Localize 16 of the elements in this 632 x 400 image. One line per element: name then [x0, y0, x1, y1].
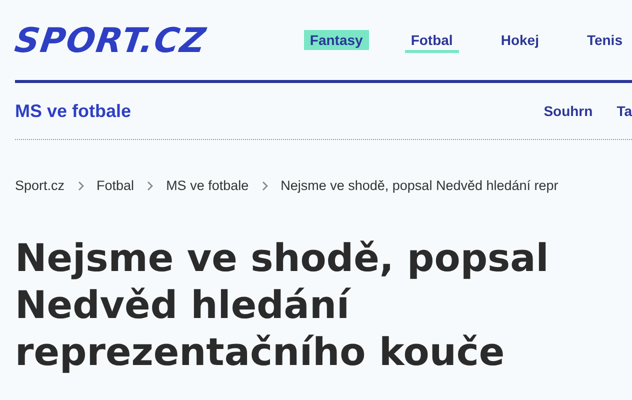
- nav-link[interactable]: Tenis: [580, 30, 628, 52]
- breadcrumb-link[interactable]: MS ve fotbale: [166, 178, 249, 193]
- chevron-icon: [146, 180, 154, 192]
- breadcrumb-link[interactable]: Nejsme ve shodě, popsal Nedvěd hledání repr: [280, 178, 558, 193]
- section-title[interactable]: MS ve fotbale: [15, 100, 132, 122]
- breadcrumb-link[interactable]: Sport.cz: [15, 178, 65, 193]
- section-link[interactable]: Ta: [616, 103, 632, 119]
- breadcrumb-link[interactable]: Fotbal: [96, 178, 134, 193]
- site-logo[interactable]: SPORT.CZ: [12, 21, 209, 61]
- chevron-icon: [76, 180, 85, 192]
- nav-link[interactable]: Hokej: [494, 30, 545, 52]
- article-headline: Nejsme ve shodě, popsal Nedvěd hledání reprezentačního kouče: [15, 235, 550, 376]
- chevron-icon: [260, 180, 269, 192]
- nav-link[interactable]: Fotbal: [404, 30, 459, 52]
- nav-link[interactable]: Fantasy: [304, 30, 369, 52]
- section-link[interactable]: Souhrn: [544, 103, 593, 119]
